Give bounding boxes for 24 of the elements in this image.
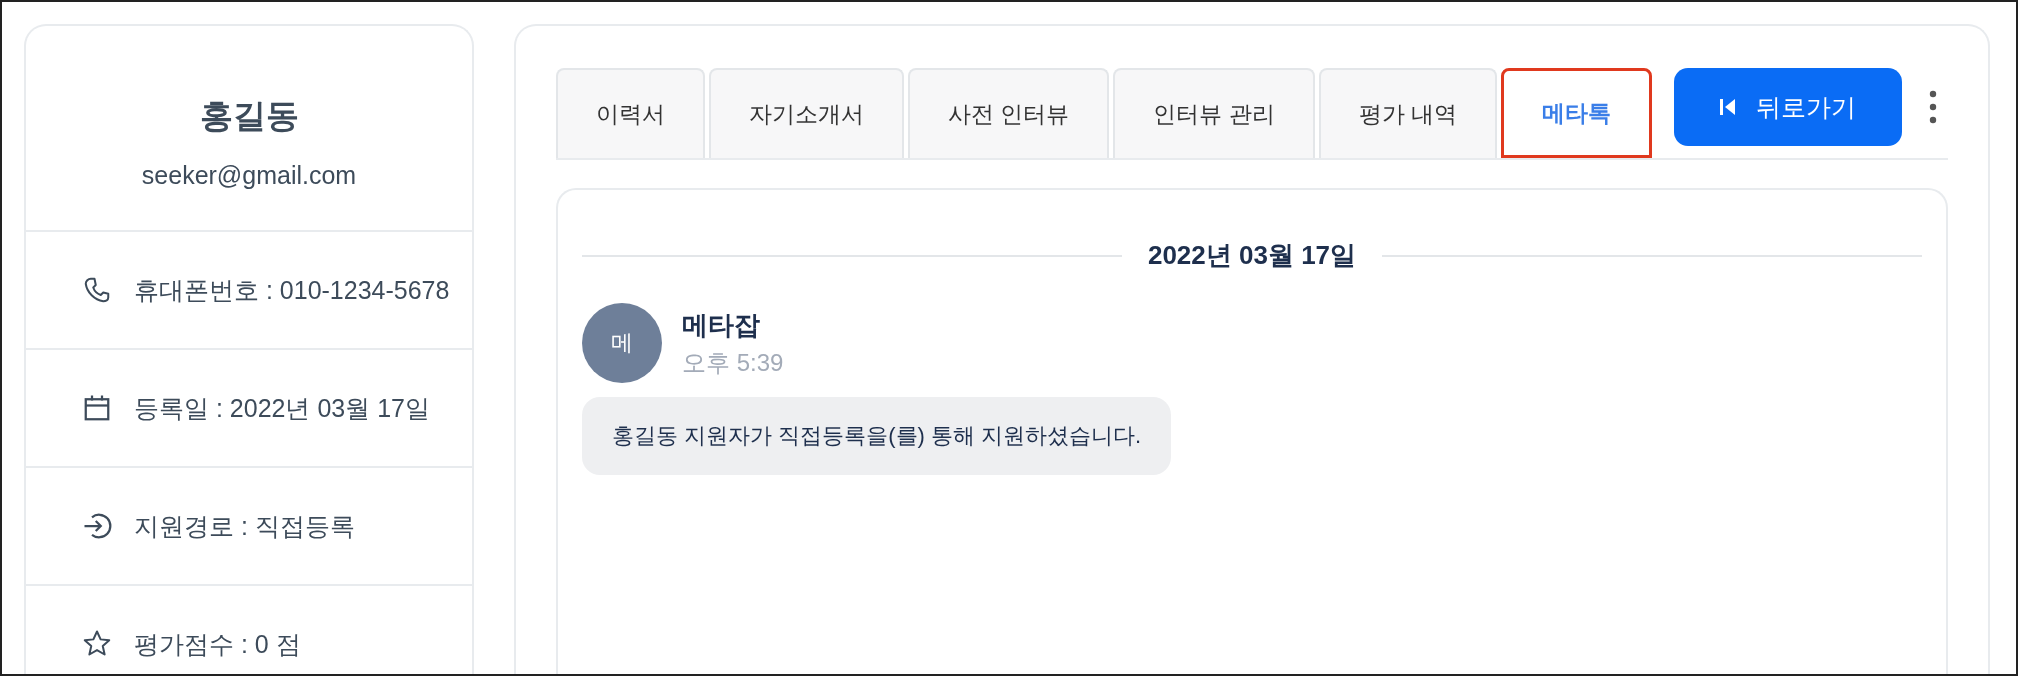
message-time: 오후 5:39	[682, 347, 784, 378]
tab[interactable]: 자기소개서	[709, 68, 904, 158]
phone-icon	[82, 275, 112, 305]
tab[interactable]: 사전 인터뷰	[908, 68, 1110, 158]
tab[interactable]: 이력서	[556, 68, 705, 158]
star-icon	[82, 629, 112, 659]
tab[interactable]: 인터뷰 관리	[1113, 68, 1315, 158]
detail-text: 평가점수 : 0 점	[134, 628, 301, 660]
skip-back-icon	[1720, 98, 1736, 116]
detail-text: 등록일 : 2022년 03월 17일	[134, 392, 430, 424]
date-divider: 2022년 03월 17일	[1147, 239, 1357, 272]
sender-name: 메타잡	[682, 308, 761, 342]
applicant-name: 홍길동	[199, 96, 299, 136]
back-button[interactable]: 뒤로가기	[1674, 68, 1902, 146]
more-icon[interactable]	[1928, 89, 1938, 125]
calendar-icon	[82, 393, 112, 423]
avatar: 메	[582, 303, 662, 383]
detail-text: 지원경로 : 직접등록	[134, 510, 355, 542]
tab[interactable]: 메타톡	[1501, 68, 1653, 158]
tab[interactable]: 평가 내역	[1318, 68, 1498, 158]
applicant-email: seeker@gmail.com	[141, 161, 357, 190]
enter-icon	[82, 511, 112, 541]
message-bubble: 홍길동 지원자가 직접등록을(를) 통해 지원하셨습니다.	[582, 397, 1172, 475]
detail-text: 휴대폰번호 : 010-1234-5678	[134, 274, 450, 306]
